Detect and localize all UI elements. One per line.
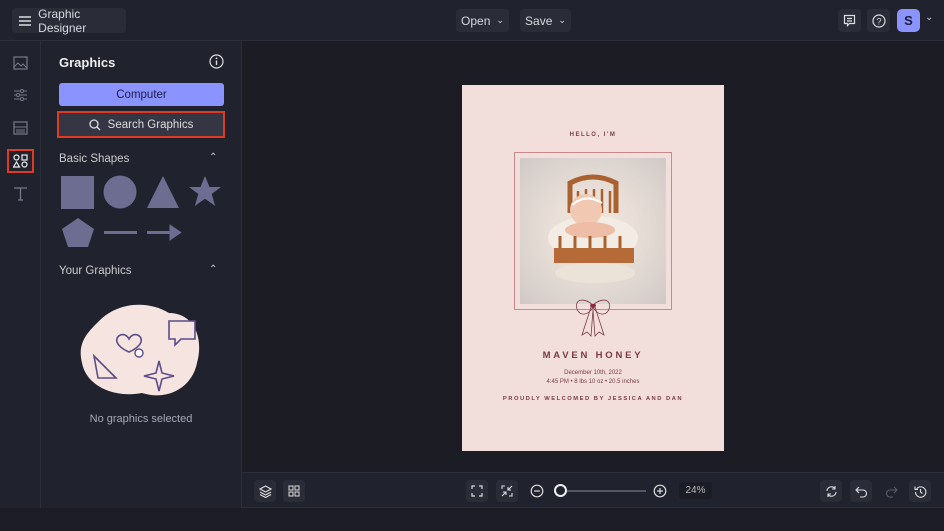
chevron-down-icon: ⌄ xyxy=(496,15,504,25)
save-label: Save xyxy=(525,13,553,28)
tool-rail xyxy=(0,41,41,508)
graphics-tool-button[interactable] xyxy=(7,149,34,173)
fit-screen-button[interactable] xyxy=(466,480,488,502)
history-icon xyxy=(913,485,926,498)
comments-button[interactable] xyxy=(838,9,861,32)
expand-icon xyxy=(471,485,483,497)
zoom-slider-handle[interactable] xyxy=(554,484,567,497)
comment-icon xyxy=(843,14,856,27)
search-graphics-button[interactable]: Search Graphics xyxy=(57,111,225,138)
undo-button[interactable] xyxy=(850,480,872,502)
info-icon[interactable] xyxy=(209,54,224,69)
grid-button[interactable] xyxy=(283,480,305,502)
design-page[interactable]: HELLO, I'M MAVEN HONEY December 10th, 20… xyxy=(462,85,724,451)
star-shape[interactable] xyxy=(189,176,221,206)
top-bar: Graphic Designer Open ⌄ Save ⌄ ? S ⌄ xyxy=(0,0,944,41)
refresh-icon xyxy=(825,485,837,497)
baby-photo[interactable] xyxy=(520,158,666,304)
circle-shape[interactable] xyxy=(103,175,137,209)
arrow-shape[interactable] xyxy=(147,224,182,241)
zoom-level[interactable]: 24% xyxy=(679,482,712,499)
welcome-text[interactable]: PROUDLY WELCOMED BY JESSICA AND DAN xyxy=(462,396,724,402)
line-shape[interactable] xyxy=(104,231,137,234)
image-icon[interactable] xyxy=(13,56,28,70)
undo-icon xyxy=(854,486,867,498)
menu-button[interactable]: Graphic Designer xyxy=(12,6,126,35)
collapse-your-graphics-icon[interactable]: ⌃ xyxy=(209,264,217,275)
triangle-shape[interactable] xyxy=(147,176,179,208)
avatar[interactable]: S xyxy=(897,9,920,32)
basic-shapes-heading: Basic Shapes xyxy=(59,153,130,165)
computer-upload-button[interactable]: Computer xyxy=(59,83,224,106)
square-shape[interactable] xyxy=(61,176,94,209)
bottom-toolbar: 24% xyxy=(242,472,944,508)
shrink-button[interactable] xyxy=(496,480,518,502)
greeting-text[interactable]: HELLO, I'M xyxy=(462,132,724,138)
save-button[interactable]: Save ⌄ xyxy=(520,9,571,32)
app-title: Graphic Designer xyxy=(38,6,87,35)
svg-text:?: ? xyxy=(876,16,881,26)
refresh-button[interactable] xyxy=(820,480,842,502)
zoom-slider-track[interactable] xyxy=(554,490,646,492)
panel-title: Graphics xyxy=(59,55,116,70)
adjustments-icon[interactable] xyxy=(13,88,28,102)
search-label: Search Graphics xyxy=(107,118,194,131)
open-label: Open xyxy=(461,13,491,28)
layers-button[interactable] xyxy=(254,480,276,502)
layout-icon[interactable] xyxy=(13,121,28,135)
basic-shapes-grid xyxy=(61,175,221,247)
chevron-down-icon: ⌄ xyxy=(558,15,566,25)
zoom-in-icon[interactable] xyxy=(653,484,667,498)
baby-name[interactable]: MAVEN HONEY xyxy=(462,350,724,361)
help-button[interactable]: ? xyxy=(867,9,890,32)
pentagon-shape[interactable] xyxy=(62,218,94,247)
collapse-basic-shapes-icon[interactable]: ⌃ xyxy=(209,152,217,163)
redo-icon xyxy=(885,486,898,498)
graphics-panel: Graphics Computer Search Graphics Basic … xyxy=(41,41,242,508)
birth-date[interactable]: December 10th, 2022 xyxy=(462,370,724,376)
history-button[interactable] xyxy=(909,480,931,502)
zoom-out-icon[interactable] xyxy=(530,484,544,498)
hamburger-icon xyxy=(19,15,31,26)
baby-bed-image xyxy=(548,174,638,283)
shrink-icon xyxy=(501,485,513,497)
birth-details[interactable]: 4:45 PM • 8 lbs 10 oz • 20.5 inches xyxy=(462,379,724,385)
redo-button[interactable] xyxy=(880,480,902,502)
search-icon xyxy=(89,118,101,130)
help-icon: ? xyxy=(871,13,886,28)
account-chevron-icon[interactable]: ⌄ xyxy=(925,12,933,23)
shapes-icon xyxy=(13,154,28,168)
layers-icon xyxy=(258,484,272,498)
empty-graphics-illustration xyxy=(80,304,200,396)
text-icon[interactable] xyxy=(13,186,28,201)
empty-graphics-text: No graphics selected xyxy=(89,413,193,425)
your-graphics-heading: Your Graphics xyxy=(59,265,132,277)
bow-icon[interactable] xyxy=(574,297,612,339)
open-button[interactable]: Open ⌄ xyxy=(456,9,509,32)
grid-icon xyxy=(288,485,300,497)
